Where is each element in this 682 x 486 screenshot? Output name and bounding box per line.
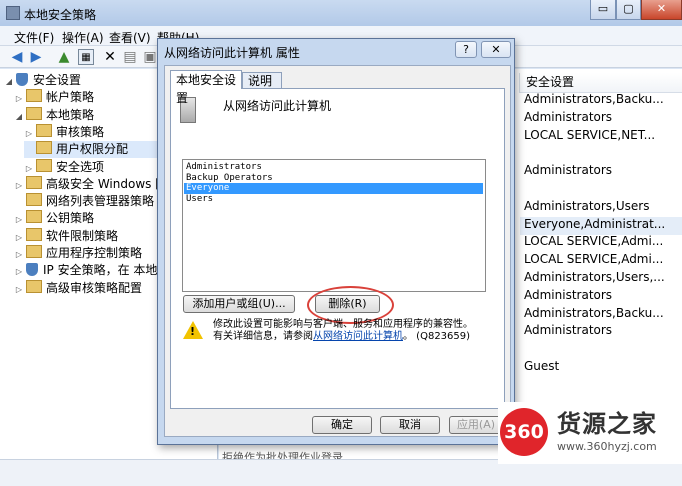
cancel-button[interactable]: 取消 — [380, 416, 440, 434]
warning-line-2: 有关详细信息，请参阅从网络访问此计算机。 (Q823659) — [213, 331, 471, 342]
tree-item-label: 用户权限分配 — [56, 142, 129, 157]
tree-item-label: 软件限制策略 — [46, 228, 119, 243]
details-row[interactable]: Administrators,Users — [520, 199, 682, 217]
tree-item-label: 本地策略 — [46, 107, 95, 122]
back-icon[interactable]: ◀ — [9, 49, 25, 65]
account-list-item[interactable]: Everyone — [184, 183, 483, 194]
dialog-title: 从网络访问此计算机 属性 — [164, 46, 300, 60]
tree-item-label: 应用程序控制策略 — [46, 246, 143, 260]
ok-button[interactable]: 确定 — [312, 416, 372, 434]
folder-icon — [36, 141, 52, 155]
details-row[interactable] — [520, 145, 682, 163]
shield-icon — [26, 263, 38, 277]
tree-item-label: 帐户策略 — [46, 90, 95, 105]
folder-icon — [36, 158, 52, 172]
properties-icon[interactable]: ▤ — [122, 49, 138, 65]
expand-arrow-icon[interactable]: ▷ — [14, 90, 24, 106]
folder-icon — [26, 210, 42, 224]
close-button[interactable]: ✕ — [641, 0, 682, 20]
expand-arrow-icon[interactable]: ▷ — [24, 125, 34, 141]
menu-file[interactable]: 文件(F) — [14, 29, 54, 46]
tree-item-label: 安全设置 — [33, 73, 82, 87]
shield-icon — [16, 73, 28, 86]
watermark-badge: 360 — [500, 408, 548, 456]
delete-icon[interactable]: ✕ — [102, 49, 118, 65]
dialog-help-button[interactable]: ? — [455, 41, 477, 58]
tree-item-label: IP 安全策略，在 本地计 — [43, 263, 170, 278]
warning-help-link[interactable]: 从网络访问此计算机 — [313, 331, 403, 342]
expand-arrow-icon[interactable]: ▷ — [14, 263, 24, 279]
window-titlebar — [0, 0, 682, 26]
tree-item-label: 网络列表管理器策略 — [46, 194, 155, 209]
details-row[interactable]: LOCAL SERVICE,Admi... — [520, 234, 682, 252]
watermark-url: www.360hyzj.com — [557, 440, 657, 453]
export-icon[interactable]: ▣ — [142, 49, 158, 65]
tab-explain[interactable]: 说明 — [242, 72, 282, 89]
forward-icon[interactable]: ▶ — [28, 49, 44, 65]
details-row[interactable]: LOCAL SERVICE,Admi... — [520, 252, 682, 270]
folder-icon — [26, 175, 42, 189]
warning-exclamation: ! — [190, 325, 196, 338]
folder-icon — [26, 106, 42, 120]
warning-text: 修改此设置可能影响与客户端、服务和应用程序的兼容性。 有关详细信息，请参阅从网络… — [213, 319, 473, 343]
menu-action[interactable]: 操作(A) — [62, 29, 104, 46]
details-row[interactable] — [520, 181, 682, 199]
tree-item-label: 公钥策略 — [46, 211, 95, 226]
folder-icon — [26, 89, 42, 103]
expand-arrow-icon[interactable]: ▷ — [24, 160, 34, 176]
maximize-button[interactable]: ▢ — [616, 0, 641, 20]
details-row[interactable] — [520, 341, 682, 359]
expand-arrow-icon[interactable]: ▷ — [14, 177, 24, 193]
expand-arrow-icon[interactable]: ▷ — [14, 229, 24, 245]
details-row[interactable]: Administrators — [520, 288, 682, 306]
details-row[interactable]: Administrators,Backu... — [520, 306, 682, 324]
details-row[interactable]: Administrators,Backu... — [520, 92, 682, 110]
apply-button[interactable]: 应用(A) — [449, 416, 503, 434]
expand-arrow-icon[interactable]: ▷ — [14, 281, 24, 297]
add-user-or-group-button[interactable]: 添加用户或组(U)... — [183, 295, 295, 313]
account-list-item[interactable]: Administrators — [184, 162, 483, 173]
tree-item-label: 高级审核策略配置 — [46, 280, 143, 295]
expand-arrow-icon[interactable]: ◢ — [4, 73, 14, 89]
details-row[interactable]: Guest — [520, 359, 682, 377]
warning-line-1: 修改此设置可能影响与客户端、服务和应用程序的兼容性。 — [213, 319, 473, 330]
tree-item-label: 审核策略 — [56, 124, 105, 139]
folder-icon — [36, 123, 52, 137]
tab-local-security-setting[interactable]: 本地安全设置 — [170, 70, 242, 105]
tree-item-label: 安全选项 — [56, 159, 105, 174]
show-tree-icon[interactable]: ▦ — [78, 49, 94, 65]
expand-arrow-icon[interactable]: ▷ — [14, 246, 24, 262]
details-row[interactable]: Administrators — [520, 163, 682, 181]
folder-icon — [26, 193, 42, 207]
app-icon — [6, 6, 20, 20]
details-row[interactable]: Administrators — [520, 110, 682, 128]
column-header-security-setting[interactable]: 安全设置 — [519, 73, 682, 93]
policy-name: 从网络访问此计算机 — [223, 99, 332, 113]
details-row[interactable]: Administrators — [520, 323, 682, 341]
account-list-item[interactable]: Backup Operators — [184, 173, 483, 184]
expand-arrow-icon[interactable]: ◢ — [14, 108, 24, 124]
account-list-item[interactable]: Users — [184, 194, 483, 205]
details-row[interactable]: Everyone,Administrat... — [520, 216, 682, 235]
minimize-button[interactable]: ▭ — [590, 0, 616, 20]
up-folder-icon[interactable]: ▲ — [56, 49, 72, 65]
details-row[interactable]: LOCAL SERVICE,NET... — [520, 128, 682, 146]
window-title: 本地安全策略 — [24, 8, 97, 22]
menu-view[interactable]: 查看(V) — [109, 29, 151, 46]
dialog-close-button[interactable]: ✕ — [481, 41, 511, 58]
folder-icon — [26, 245, 42, 258]
folder-icon — [26, 279, 42, 293]
details-row[interactable]: Administrators,Users,... — [520, 270, 682, 288]
watermark-title: 货源之家 — [557, 410, 657, 438]
expand-arrow-icon[interactable]: ▷ — [14, 211, 24, 227]
folder-icon — [26, 227, 42, 241]
